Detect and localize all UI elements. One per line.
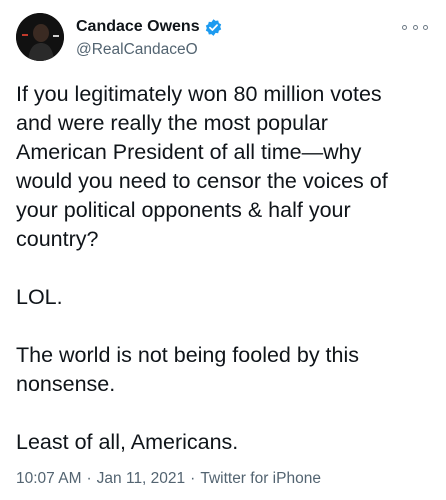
tweet-text: If you legitimately won 80 million votes… (16, 80, 436, 457)
tweet-date[interactable]: Jan 11, 2021 (97, 470, 185, 487)
meta-separator: · (86, 470, 92, 487)
more-dot (412, 24, 418, 30)
profile-photo-icon (16, 13, 64, 61)
tweet-card: Candace Owens @RealCandaceO If you legit… (0, 0, 446, 500)
tweet-paragraph: Least of all, Americans. (16, 430, 239, 454)
author-block[interactable]: Candace Owens @RealCandaceO (76, 17, 223, 59)
more-options-icon[interactable] (402, 20, 428, 34)
display-name-row: Candace Owens (76, 17, 223, 37)
tweet-paragraph: If you legitimately won 80 million votes… (16, 82, 388, 251)
meta-separator: · (190, 470, 196, 487)
tweet-paragraph: The world is not being fooled by this no… (16, 343, 360, 396)
handle[interactable]: @RealCandaceO (76, 41, 223, 59)
more-dot (402, 24, 407, 30)
verified-badge-icon (204, 18, 223, 37)
avatar[interactable] (16, 13, 64, 61)
tweet-paragraph: LOL. (16, 285, 63, 309)
tweet-meta: 10:07 AM · Jan 11, 2021 · Twitter for iPhone (16, 470, 321, 488)
display-name[interactable]: Candace Owens (76, 18, 200, 36)
tweet-source[interactable]: Twitter for iPhone (200, 470, 321, 487)
more-dot (423, 24, 428, 30)
tweet-time[interactable]: 10:07 AM (16, 470, 82, 487)
